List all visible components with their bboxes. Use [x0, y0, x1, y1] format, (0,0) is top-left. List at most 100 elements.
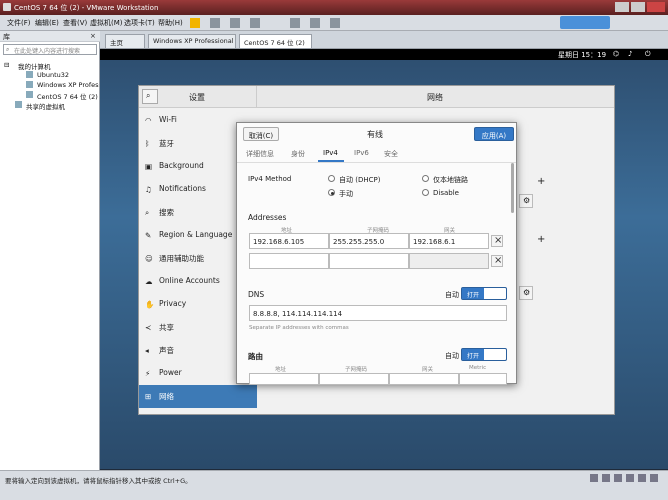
tree-my-computer[interactable]: 我的计算机	[18, 61, 51, 71]
wifi-icon: ◠	[145, 116, 152, 125]
sound-icon: ◂	[145, 346, 149, 355]
close-button[interactable]	[647, 2, 665, 12]
sidebar-item-network[interactable]: ⊞ 网络	[139, 385, 257, 408]
route-address-input[interactable]	[249, 373, 319, 385]
device-usb-icon[interactable]	[626, 474, 634, 482]
address-value: 192.168.6.105	[253, 238, 305, 246]
gateway-input-empty[interactable]	[409, 253, 489, 269]
netmask-input[interactable]: 255.255.255.0	[329, 233, 409, 249]
pause-icon[interactable]	[190, 18, 200, 28]
tab-winxp[interactable]: Windows XP Professional	[148, 34, 236, 48]
vm-icon	[26, 91, 33, 98]
manage-icon[interactable]	[250, 18, 260, 28]
delete-address-button[interactable]	[491, 235, 503, 247]
route-netmask-input[interactable]	[319, 373, 389, 385]
toggle-on-label: 打开	[462, 288, 484, 299]
snapshot-icon[interactable]	[210, 18, 220, 28]
close-icon[interactable]: ×	[90, 32, 96, 40]
address-input[interactable]: 192.168.6.105	[249, 233, 329, 249]
device-sound-icon[interactable]	[638, 474, 646, 482]
tab-security[interactable]: 安全	[384, 149, 398, 159]
radio-auto-dhcp[interactable]	[328, 175, 335, 182]
menu-edit[interactable]: 编辑(E)	[35, 18, 59, 28]
dns-label: DNS	[248, 290, 265, 299]
revert-icon[interactable]	[230, 18, 240, 28]
routes-auto-toggle[interactable]: 打开	[461, 348, 507, 361]
proxy-settings-button[interactable]: ⚙	[519, 286, 533, 300]
tree-shared-vms[interactable]: 共享的虚拟机	[26, 101, 65, 111]
tab-ipv4[interactable]: IPv4	[323, 149, 338, 157]
netmask-value: 255.255.255.0	[333, 238, 385, 246]
device-cd-icon[interactable]	[602, 474, 610, 482]
library-search-placeholder: 在此处键入内容进行搜索	[14, 48, 81, 55]
radio-manual[interactable]	[328, 189, 335, 196]
route-col-gateway: 网关	[422, 367, 434, 373]
device-hdd-icon[interactable]	[590, 474, 598, 482]
menu-tabs[interactable]: 选项卡(T)	[124, 18, 155, 28]
search-button[interactable]: ⌕	[142, 89, 158, 104]
tab-centos[interactable]: CentOS 7 64 位 (2)	[239, 34, 312, 48]
add-vpn-icon[interactable]: +	[537, 234, 545, 245]
tree-expander-icon[interactable]: ⊟	[4, 61, 9, 69]
tab-identity[interactable]: 身份	[291, 149, 305, 159]
unity-icon[interactable]	[310, 18, 320, 28]
console-view-icon[interactable]	[330, 18, 340, 28]
library-title: 库	[3, 33, 10, 41]
cancel-button[interactable]: 取消(C)	[243, 127, 279, 141]
dns-auto-toggle[interactable]: 打开	[461, 287, 507, 300]
network-status-icon[interactable]: ⌬	[613, 50, 619, 58]
route-col-address: 地址	[275, 367, 287, 373]
tree-vm-ubuntu[interactable]: Ubuntu32	[37, 71, 69, 79]
tree-vm-centos[interactable]: CentOS 7 64 位 (2)	[37, 91, 98, 101]
route-metric-input[interactable]	[459, 373, 507, 385]
power-menu-icon[interactable]: ⏻	[645, 50, 651, 59]
menu-help[interactable]: 帮助(H)	[158, 18, 183, 28]
menu-view[interactable]: 查看(V)	[63, 18, 87, 28]
guest-display[interactable]: 星期日 15：19 ⌬ ♪ ⏻ ⌕ 设置 网络 ◠ Wi-Fi ᛒ 蓝牙 ▣ Back…	[100, 49, 668, 469]
settings-title: 设置	[189, 93, 205, 102]
tab-label: CentOS 7 64 位 (2)	[244, 39, 305, 47]
address-input-empty[interactable]	[249, 253, 329, 269]
power-icon: ⚡	[145, 369, 151, 378]
gateway-input[interactable]: 192.168.6.1	[409, 233, 489, 249]
dns-auto-label: 自动	[445, 291, 459, 299]
radio-disable-label: Disable	[433, 189, 459, 197]
clear-address-button[interactable]	[491, 255, 503, 267]
settings-header-right: 网络	[257, 86, 614, 108]
minimize-button[interactable]	[615, 2, 629, 12]
add-connection-icon[interactable]: +	[537, 176, 545, 187]
apply-button[interactable]: 应用(A)	[474, 127, 514, 141]
route-col-metric: Metric	[469, 365, 487, 371]
dialog-scrollbar[interactable]	[511, 163, 514, 213]
netmask-input-empty[interactable]	[329, 253, 409, 269]
window-title: CentOS 7 64 位 (2) - VMware Workstation	[14, 4, 159, 12]
tab-details[interactable]: 详细信息	[246, 149, 274, 159]
toggle-on-label: 打开	[462, 349, 484, 360]
radio-disable[interactable]	[422, 189, 429, 196]
maximize-button[interactable]	[631, 2, 645, 12]
route-gateway-input[interactable]	[389, 373, 459, 385]
menu-vm[interactable]: 虚拟机(M)	[90, 18, 123, 28]
accessibility-icon: ☺	[145, 254, 153, 263]
dns-input[interactable]: 8.8.8.8, 114.114.114.114	[249, 305, 507, 321]
device-display-icon[interactable]	[650, 474, 658, 482]
tab-ipv6[interactable]: IPv6	[354, 149, 369, 157]
volume-icon[interactable]: ♪	[628, 50, 632, 58]
device-network-icon[interactable]	[614, 474, 622, 482]
addresses-label: Addresses	[248, 213, 287, 222]
wired-settings-button[interactable]: ⚙	[519, 194, 533, 208]
menu-file[interactable]: 文件(F)	[7, 18, 31, 28]
dns-value: 8.8.8.8, 114.114.114.114	[253, 310, 343, 318]
radio-link-local[interactable]	[422, 175, 429, 182]
fullscreen-icon[interactable]	[290, 18, 300, 28]
clock[interactable]: 星期日 15：19	[558, 50, 606, 60]
route-col-netmask: 子网掩码	[345, 367, 368, 373]
app-icon	[3, 3, 11, 11]
settings-header-left: ⌕ 设置	[139, 86, 257, 108]
tab-home[interactable]: 主页	[105, 34, 145, 48]
vm-tab-strip: 主页 Windows XP Professional CentOS 7 64 位…	[100, 31, 668, 49]
tree-vm-winxp[interactable]: Windows XP Professional	[37, 81, 99, 89]
library-search-input[interactable]: ⌕ 在此处键入内容进行搜索	[3, 44, 97, 55]
notifications-icon: ♫	[145, 185, 152, 194]
library-sidebar: 库 × ⌕ 在此处键入内容进行搜索 ⊟ 我的计算机 Ubuntu32 Windo…	[0, 31, 100, 486]
